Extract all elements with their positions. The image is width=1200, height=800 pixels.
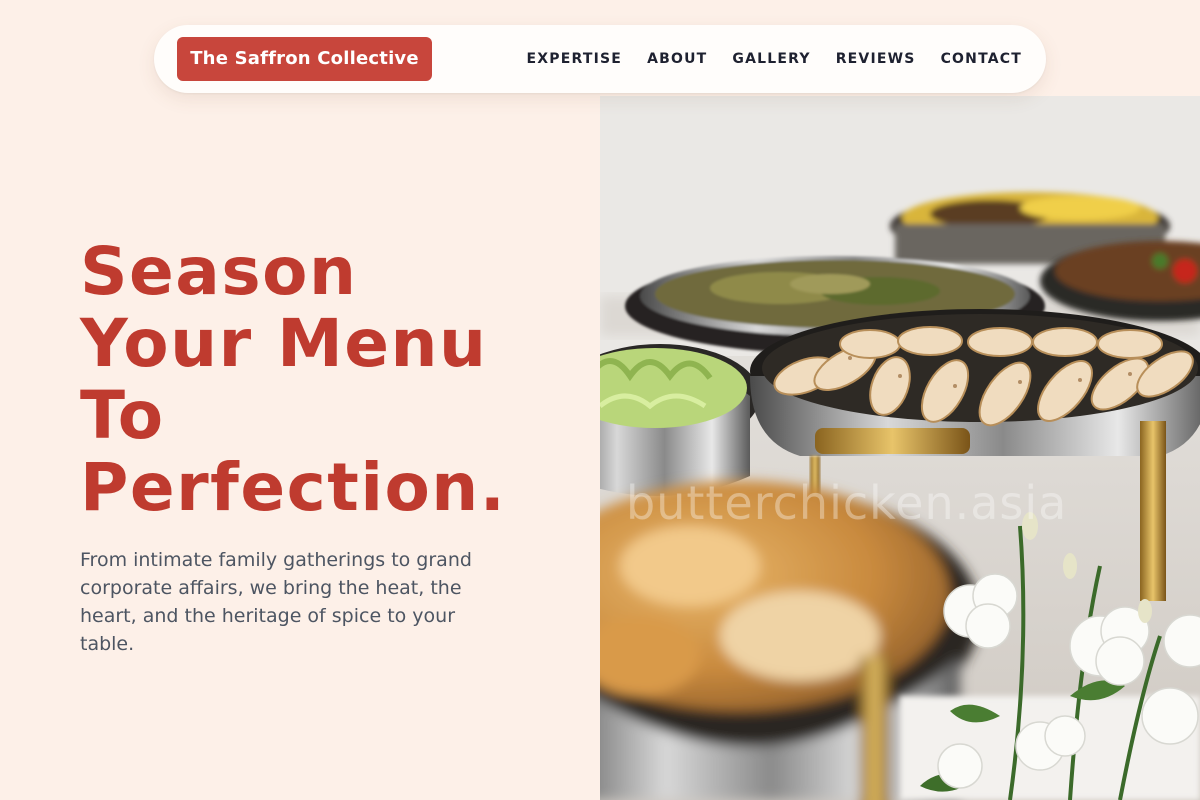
hero-title-line: Your Menu [80, 305, 488, 382]
nav-link-contact[interactable]: CONTACT [941, 51, 1022, 67]
nav-link-expertise[interactable]: EXPERTISE [527, 51, 623, 67]
hero-image: butterchicken.asia [600, 96, 1200, 800]
buffet-illustration [600, 96, 1200, 800]
hero-title-line: To [80, 377, 165, 454]
nav-link-about[interactable]: ABOUT [647, 51, 707, 67]
hero-description: From intimate family gatherings to grand… [80, 549, 472, 655]
hero-title-line: Perfection. [80, 449, 507, 526]
nav-link-reviews[interactable]: REVIEWS [836, 51, 916, 67]
nav-links: EXPERTISE ABOUT GALLERY REVIEWS CONTACT [527, 25, 1022, 93]
hero-title: Season Your Menu To Perfection. [80, 236, 580, 524]
nav-link-gallery[interactable]: GALLERY [732, 51, 810, 67]
watermark-text: butterchicken.asia [626, 476, 1068, 530]
navbar: The Saffron Collective EXPERTISE ABOUT G… [154, 25, 1046, 93]
brand-logo-button[interactable]: The Saffron Collective [177, 37, 432, 81]
hero-title-line: Season [80, 233, 358, 310]
